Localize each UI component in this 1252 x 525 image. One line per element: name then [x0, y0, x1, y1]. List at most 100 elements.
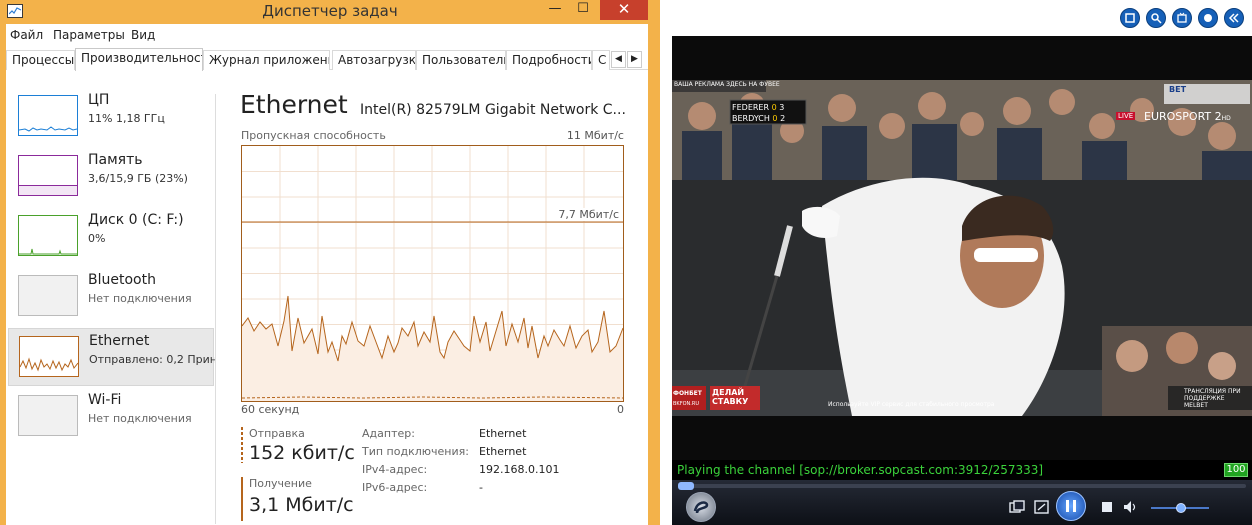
volume-level: 100	[1224, 463, 1248, 477]
pause-icon[interactable]	[1056, 491, 1086, 521]
sopcast-logo-icon[interactable]	[686, 492, 716, 522]
tab-users[interactable]: Пользователи	[416, 50, 506, 70]
back-icon[interactable]	[1224, 8, 1244, 28]
window-border	[652, 0, 660, 525]
snapshot-icon[interactable]	[1009, 500, 1025, 514]
throughput-label: Пропускная способность	[241, 129, 386, 142]
player-toolbar	[672, 0, 1252, 36]
tab-app-history[interactable]: Журнал приложений	[203, 50, 330, 70]
seek-handle[interactable]	[678, 482, 694, 490]
tab-services[interactable]: С	[592, 50, 610, 70]
playback-controls	[672, 480, 1252, 525]
sidebar-item-ethernet[interactable]: Ethernet Отправлено: 0,2 Приня	[8, 328, 215, 386]
sidebar-item-value: Отправлено: 0,2 Приня	[89, 353, 215, 366]
score-player: FEDERER	[732, 103, 770, 112]
bet-banner: ДЕЛАЙ СТАВКУ	[712, 388, 749, 406]
score-points: 3	[779, 103, 785, 112]
live-badge: LIVE	[1116, 112, 1136, 120]
tab-details[interactable]: Подробности	[506, 50, 592, 70]
minimize-button[interactable]: —	[541, 0, 569, 20]
send-label: Отправка	[249, 427, 305, 440]
volume-handle[interactable]	[1176, 503, 1186, 513]
channel-suffix: HD	[1221, 115, 1231, 122]
score-points: 2	[780, 114, 786, 123]
graph-time-left: 60 секунд	[241, 403, 300, 416]
menu-options[interactable]: Параметры	[53, 28, 125, 42]
tab-strip: Процессы Производительность Журнал прило…	[6, 48, 648, 71]
property-label: IPv6-адрес:	[362, 481, 428, 494]
sidebar-item-bluetooth[interactable]: Bluetooth Нет подключения	[8, 268, 214, 326]
tab-performance[interactable]: Производительность	[75, 48, 203, 71]
popout-icon[interactable]	[1034, 500, 1050, 514]
property-value: -	[479, 481, 483, 494]
status-bar: Playing the channel [sop://broker.sopcas…	[672, 460, 1252, 480]
record-icon[interactable]	[1198, 8, 1218, 28]
tab-scroll-right-icon[interactable]: ▶	[627, 51, 642, 68]
sidebar-divider[interactable]	[215, 94, 216, 524]
scoreboard: FEDERER 0 3 BERDYCH 0 2	[732, 102, 806, 124]
title-bar[interactable]: Диспетчер задач — ☐ ✕	[0, 0, 660, 24]
tab-scroll-left-icon[interactable]: ◀	[611, 51, 626, 68]
fullscreen-icon[interactable]	[1120, 8, 1140, 28]
property-label: Адаптер:	[362, 427, 415, 440]
wifi-thumbnail	[18, 395, 78, 436]
close-button[interactable]: ✕	[600, 0, 648, 20]
send-legend-line	[241, 427, 243, 463]
maximize-button[interactable]: ☐	[569, 0, 597, 20]
sidebar-item-memory[interactable]: Память 3,6/15,9 ГБ (23%)	[8, 148, 214, 206]
property-value: Ethernet	[479, 445, 527, 458]
sidebar-item-label: Bluetooth	[88, 272, 156, 288]
cpu-thumbnail	[18, 95, 78, 136]
zoom-icon[interactable]	[1146, 8, 1166, 28]
memory-thumbnail	[18, 155, 78, 196]
receive-value: 3,1 Мбит/с	[249, 494, 354, 516]
tab-startup[interactable]: Автозагрузка	[332, 50, 416, 70]
desktop-gap	[660, 0, 672, 525]
sidebar-item-value: 0%	[88, 232, 106, 245]
menu-file[interactable]: Файл	[10, 28, 43, 42]
ethernet-thumbnail	[19, 336, 79, 377]
graph-scale-label: 7,7 Мбит/с	[558, 208, 619, 221]
fonbet-url: BKFON.RU	[673, 401, 699, 407]
send-value: 152 кбит/с	[249, 442, 355, 464]
bluetooth-thumbnail	[18, 275, 78, 316]
ticker-text: Используйте VIP сервис для стабильного п…	[828, 401, 995, 408]
sidebar-item-value: 3,6/15,9 ГБ (23%)	[88, 172, 188, 185]
sidebar-item-disk[interactable]: Диск 0 (C: F:) 0%	[8, 208, 214, 266]
resource-sidebar: ЦП 11% 1,18 ГГц Память 3,6/15,9 ГБ (23%)…	[6, 88, 215, 525]
sopcast-player-window: ВАША РЕКЛАМА ЗДЕСЬ НА ФУВЕЕ FEDERER 0 3 …	[672, 0, 1252, 525]
menu-view[interactable]: Вид	[131, 28, 155, 42]
sidebar-item-wifi[interactable]: Wi-Fi Нет подключения	[8, 388, 214, 446]
property-label: IPv4-адрес:	[362, 463, 428, 476]
sidebar-item-value: Нет подключения	[88, 412, 192, 425]
sidebar-item-label: ЦП	[88, 92, 110, 108]
sidebar-item-label: Ethernet	[89, 333, 150, 349]
score-games: 0	[772, 114, 778, 123]
score-player: BERDYCH	[732, 114, 770, 123]
tv-icon[interactable]	[1172, 8, 1192, 28]
video-frame[interactable]: ВАША РЕКЛАМА ЗДЕСЬ НА ФУВЕЕ FEDERER 0 3 …	[672, 36, 1252, 460]
receive-label: Получение	[249, 477, 312, 490]
sidebar-item-value: Нет подключения	[88, 292, 192, 305]
score-games: 0	[771, 103, 777, 112]
sidebar-item-label: Диск 0 (C: F:)	[88, 212, 184, 228]
sidebar-item-cpu[interactable]: ЦП 11% 1,18 ГГц	[8, 88, 214, 146]
receive-legend-line	[241, 477, 243, 521]
stop-icon[interactable]	[1099, 500, 1115, 514]
seek-bar[interactable]	[678, 484, 1246, 488]
graph-max-label: 11 Мбит/с	[566, 129, 624, 142]
sidebar-item-value: 11% 1,18 ГГц	[88, 112, 165, 125]
disk-thumbnail	[18, 215, 78, 256]
volume-icon[interactable]	[1123, 500, 1139, 514]
score-row: FEDERER 0 3	[732, 102, 806, 113]
task-manager-window: Диспетчер задач — ☐ ✕ Файл Параметры Вид…	[0, 0, 660, 525]
fonbet-logo: ФОНБЕТ	[673, 390, 702, 397]
melbet-banner: ТРАНСЛЯЦИЯ ПРИ ПОДДЕРЖКЕ MELBET	[1184, 388, 1241, 409]
property-value: Ethernet	[479, 427, 527, 440]
top-banner-text: ВАША РЕКЛАМА ЗДЕСЬ НА ФУВЕЕ	[674, 81, 780, 88]
bet-logo: BET	[1169, 85, 1187, 94]
sidebar-item-label: Память	[88, 152, 143, 168]
throughput-graph: 7,7 Мбит/с	[241, 145, 624, 402]
tab-processes[interactable]: Процессы	[6, 50, 75, 70]
channel-name: EUROSPORT 2	[1144, 110, 1222, 123]
